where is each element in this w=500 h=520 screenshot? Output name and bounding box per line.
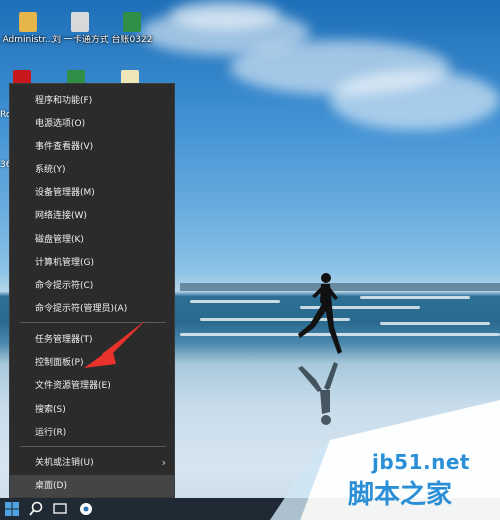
runner-silhouette bbox=[298, 273, 342, 354]
task-view-icon[interactable] bbox=[52, 501, 68, 517]
menu-item-run[interactable]: 运行(R) bbox=[10, 422, 174, 444]
desktop-icon-label: Administr... bbox=[2, 35, 54, 45]
red-arrow-annotation bbox=[84, 320, 146, 368]
desktop-icon-administrator[interactable]: Administr... bbox=[0, 12, 56, 46]
desktop-icon-excel[interactable]: 台账0322 bbox=[104, 12, 160, 46]
watermark-site: jb51.net bbox=[372, 450, 470, 474]
desktop-icon-shortcut[interactable]: 刘 一卡通方式 bbox=[52, 12, 108, 46]
menu-item-power-options[interactable]: 电源选项(O) bbox=[10, 113, 174, 135]
menu-item-shutdown-signout[interactable]: 关机或注销(U) › bbox=[10, 452, 174, 474]
menu-separator bbox=[20, 446, 166, 447]
menu-item-system[interactable]: 系统(Y) bbox=[10, 159, 174, 181]
menu-item-file-explorer[interactable]: 文件资源管理器(E) bbox=[10, 375, 174, 397]
chevron-right-icon: › bbox=[161, 456, 166, 469]
menu-item-computer-management[interactable]: 计算机管理(G) bbox=[10, 252, 174, 274]
search-icon[interactable] bbox=[28, 501, 44, 517]
user-folder-icon bbox=[19, 12, 37, 32]
cloud bbox=[330, 70, 500, 130]
menu-item-command-prompt[interactable]: 命令提示符(C) bbox=[10, 275, 174, 297]
menu-item-desktop[interactable]: 桌面(D) bbox=[10, 475, 174, 497]
menu-item-programs-features[interactable]: 程序和功能(F) bbox=[10, 90, 174, 112]
menu-item-network-connections[interactable]: 网络连接(W) bbox=[10, 205, 174, 227]
app-taskbar-icon[interactable] bbox=[78, 501, 94, 517]
cloud bbox=[170, 0, 280, 30]
desktop-icon-label: 台账0322 bbox=[111, 35, 153, 45]
wave bbox=[360, 296, 470, 299]
wave bbox=[190, 300, 280, 303]
menu-item-event-viewer[interactable]: 事件查看器(V) bbox=[10, 136, 174, 158]
excel-file-icon bbox=[123, 12, 141, 32]
menu-item-device-manager[interactable]: 设备管理器(M) bbox=[10, 182, 174, 204]
wave bbox=[380, 322, 490, 325]
desktop-icon-label: 刘 一卡通方式 bbox=[52, 35, 108, 45]
watermark-name: 脚本之家 bbox=[348, 480, 453, 510]
menu-item-disk-management[interactable]: 磁盘管理(K) bbox=[10, 229, 174, 251]
winx-context-menu: 程序和功能(F) 电源选项(O) 事件查看器(V) 系统(Y) 设备管理器(M)… bbox=[9, 83, 175, 498]
menu-item-search[interactable]: 搜索(S) bbox=[10, 399, 174, 421]
shortcut-icon bbox=[71, 12, 89, 32]
windows-start-icon[interactable] bbox=[4, 501, 20, 517]
menu-item-command-prompt-admin[interactable]: 命令提示符(管理员)(A) bbox=[10, 298, 174, 320]
menu-item-label: 关机或注销(U) bbox=[35, 458, 94, 468]
